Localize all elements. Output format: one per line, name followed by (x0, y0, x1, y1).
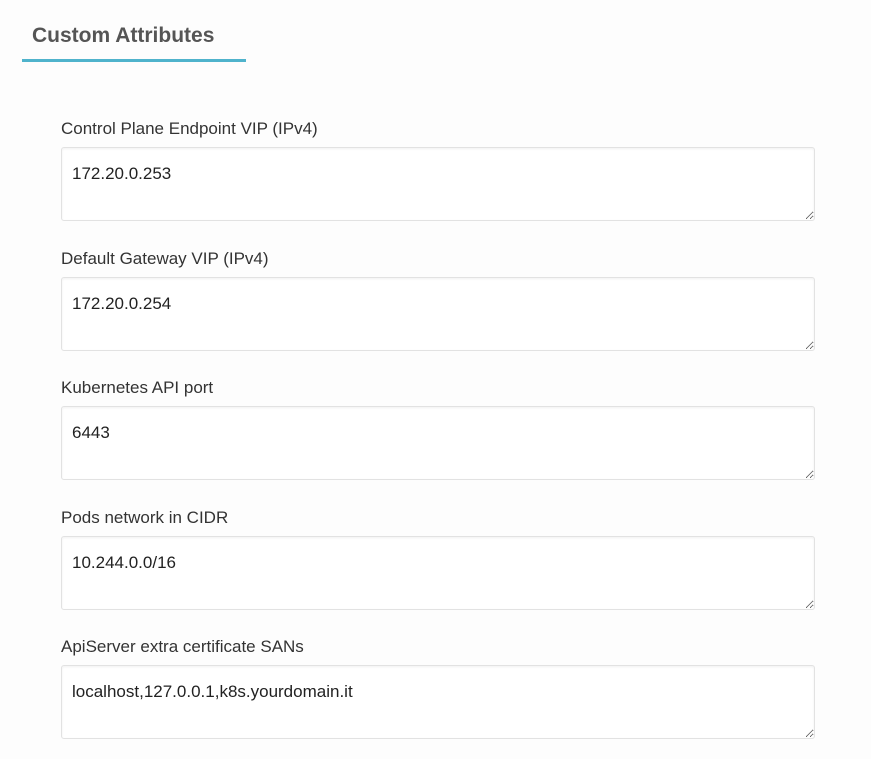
field-apiserver-sans: ApiServer extra certificate SANs localho… (61, 637, 815, 739)
field-label: Pods network in CIDR (61, 508, 229, 527)
field-label: ApiServer extra certificate SANs (61, 637, 304, 656)
field-control-plane-vip: Control Plane Endpoint VIP (IPv4) 172.20… (61, 119, 815, 221)
default-gateway-vip-input[interactable]: 172.20.0.254 (61, 277, 815, 351)
tab-custom-attributes[interactable]: Custom Attributes (22, 20, 246, 62)
kubernetes-api-port-input[interactable]: 6443 (61, 406, 815, 480)
field-kubernetes-api-port: Kubernetes API port 6443 (61, 378, 815, 480)
field-pods-network-cidr: Pods network in CIDR 10.244.0.0/16 (61, 508, 815, 610)
section-title: Custom Attributes (32, 24, 215, 47)
apiserver-sans-input[interactable]: localhost,127.0.0.1,k8s.yourdomain.it (61, 665, 815, 739)
control-plane-vip-input[interactable]: 172.20.0.253 (61, 147, 815, 221)
field-default-gateway-vip: Default Gateway VIP (IPv4) 172.20.0.254 (61, 249, 815, 351)
field-label: Default Gateway VIP (IPv4) (61, 249, 269, 268)
field-label: Kubernetes API port (61, 378, 214, 397)
field-label: Control Plane Endpoint VIP (IPv4) (61, 119, 318, 138)
pods-network-cidr-input[interactable]: 10.244.0.0/16 (61, 536, 815, 610)
